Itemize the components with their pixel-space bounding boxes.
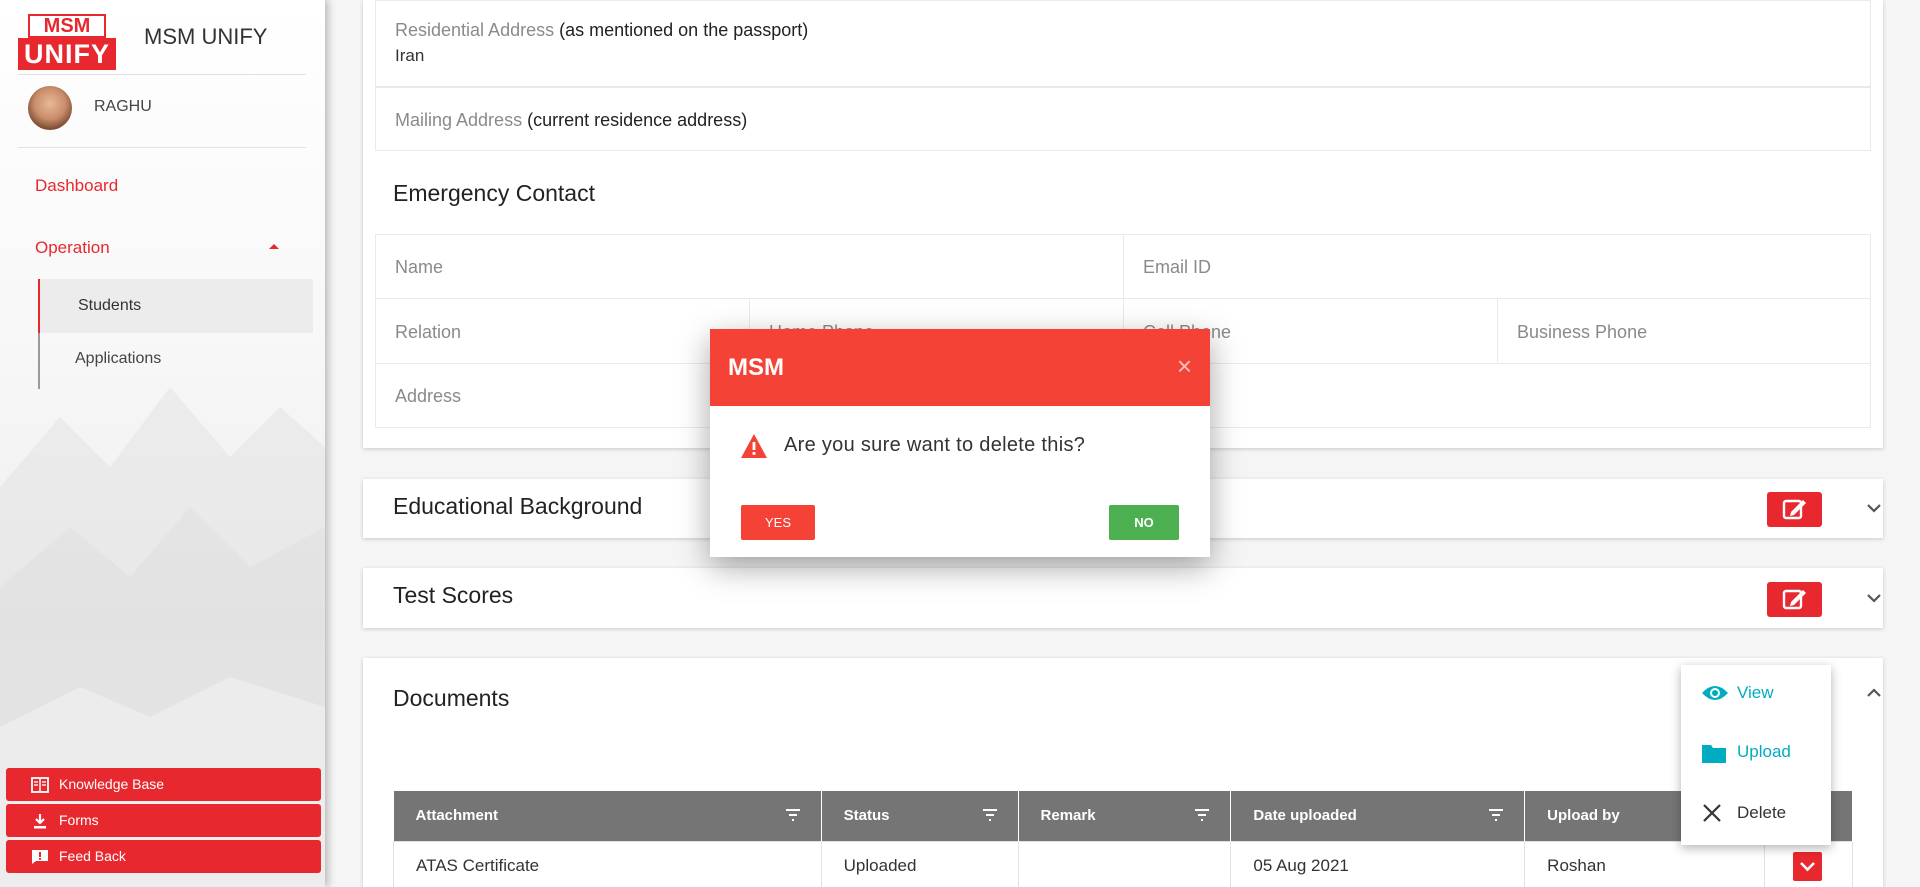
nav-applications[interactable]: Applications	[75, 350, 161, 368]
educational-background-title: Educational Background	[393, 493, 643, 519]
emergency-name-cell: Name	[375, 234, 1124, 299]
divider	[18, 147, 306, 148]
logo-bottom-text: UNIFY	[18, 38, 116, 70]
col-status[interactable]: Status	[821, 791, 1019, 841]
residential-address-note: (as mentioned on the passport)	[559, 20, 809, 40]
filter-icon[interactable]	[785, 809, 801, 821]
emergency-relation-label: Relation	[395, 322, 462, 342]
chevron-down-icon	[1800, 861, 1815, 871]
msm-unify-logo[interactable]: MSM UNIFY	[18, 14, 116, 70]
logo-top-text: MSM	[28, 14, 106, 38]
table-header-row: Attachment Status Remark Date uploaded U…	[393, 791, 1853, 841]
col-remark-label: Remark	[1040, 807, 1096, 825]
row-actions-button[interactable]	[1793, 851, 1822, 881]
close-icon	[1703, 804, 1721, 822]
col-upload-by-label: Upload by	[1547, 807, 1620, 825]
chevron-up-icon[interactable]	[1865, 684, 1883, 702]
knowledge-base-button[interactable]: Knowledge Base	[6, 768, 321, 801]
residential-address-value: Iran	[395, 46, 425, 65]
folder-icon	[1702, 745, 1726, 763]
mountain-background	[0, 387, 325, 887]
divider	[18, 74, 306, 75]
edit-button[interactable]	[1767, 492, 1822, 527]
documents-title: Documents	[393, 685, 510, 711]
feedback-icon	[32, 850, 48, 864]
filter-icon[interactable]	[982, 809, 998, 821]
filter-icon[interactable]	[1488, 809, 1504, 821]
menu-item-upload-label: Upload	[1737, 742, 1791, 761]
cell-upload-by: Roshan	[1524, 840, 1765, 887]
menu-item-view-label: View	[1737, 683, 1774, 702]
mailing-address-title: Mailing Address	[395, 110, 523, 130]
cell-date: 05 Aug 2021	[1230, 840, 1526, 887]
app-name: MSM UNIFY	[144, 24, 268, 49]
download-icon	[34, 814, 46, 829]
col-date-uploaded-label: Date uploaded	[1253, 807, 1357, 825]
close-icon[interactable]: ×	[1177, 351, 1192, 382]
delete-confirm-dialog: MSM × Are you sure want to delete this? …	[710, 329, 1210, 557]
emergency-business-phone-label: Business Phone	[1517, 322, 1648, 342]
caret-up-icon[interactable]	[269, 244, 279, 249]
cell-remark	[1017, 840, 1232, 887]
edit-icon	[1782, 499, 1806, 520]
edit-button[interactable]	[1767, 582, 1822, 617]
chevron-down-icon[interactable]	[1865, 589, 1883, 607]
documents-card: Documents Attachment Status Remark Date …	[363, 658, 1883, 887]
book-icon	[31, 777, 49, 793]
dialog-header: MSM ×	[710, 329, 1210, 406]
sidebar: MSM UNIFY MSM UNIFY RAGHU Dashboard Oper…	[0, 0, 325, 887]
user-name: RAGHU	[94, 98, 152, 115]
residential-address-label: Residential Address (as mentioned on the…	[395, 20, 808, 41]
mailing-address-note: (current residence address)	[527, 110, 748, 130]
cell-status: Uploaded	[820, 840, 1019, 887]
menu-item-delete-label: Delete	[1737, 803, 1787, 822]
emergency-relation-cell: Relation	[375, 298, 750, 364]
mailing-address-cell: Mailing Address (current residence addre…	[375, 87, 1871, 151]
nav-students[interactable]: Students	[38, 279, 313, 333]
chevron-down-icon[interactable]	[1865, 499, 1883, 517]
filter-icon[interactable]	[1194, 809, 1210, 821]
forms-button[interactable]: Forms	[6, 804, 321, 837]
edit-icon	[1782, 589, 1806, 610]
dialog-title: MSM	[728, 354, 784, 381]
menu-item-delete[interactable]: Delete	[1701, 803, 1811, 827]
emergency-email-label: Email ID	[1143, 257, 1212, 277]
residential-address-title: Residential Address	[395, 20, 555, 40]
col-attachment[interactable]: Attachment	[393, 791, 822, 841]
menu-item-upload[interactable]: Upload	[1701, 742, 1811, 766]
knowledge-base-label: Knowledge Base	[59, 776, 165, 792]
col-date-uploaded[interactable]: Date uploaded	[1230, 791, 1526, 841]
col-attachment-label: Attachment	[415, 807, 499, 825]
feedback-button[interactable]: Feed Back	[6, 840, 321, 873]
nav-operation[interactable]: Operation	[35, 238, 110, 258]
emergency-contact-title: Emergency Contact	[393, 180, 595, 206]
col-remark[interactable]: Remark	[1018, 791, 1232, 841]
forms-label: Forms	[59, 812, 99, 828]
emergency-address-label: Address	[395, 386, 462, 406]
test-scores-title: Test Scores	[393, 582, 514, 608]
warning-icon	[741, 434, 767, 458]
no-button[interactable]: NO	[1109, 505, 1179, 540]
avatar[interactable]	[28, 86, 72, 130]
yes-button[interactable]: YES	[741, 505, 815, 540]
table-row: ATAS Certificate Uploaded 05 Aug 2021 Ro…	[393, 840, 1853, 887]
emergency-email-cell: Email ID	[1123, 234, 1871, 299]
residential-address-cell: Residential Address (as mentioned on the…	[375, 0, 1871, 87]
eye-icon	[1702, 686, 1728, 700]
emergency-name-label: Name	[395, 257, 444, 277]
menu-item-view[interactable]: View	[1701, 683, 1811, 707]
emergency-business-phone-cell: Business Phone	[1497, 298, 1871, 364]
nav-dashboard[interactable]: Dashboard	[35, 176, 118, 196]
test-scores-card[interactable]: Test Scores	[363, 568, 1883, 628]
row-context-menu: View Upload Delete	[1681, 665, 1831, 845]
col-status-label: Status	[843, 807, 890, 825]
cell-actions	[1764, 840, 1853, 887]
cell-attachment: ATAS Certificate	[393, 840, 822, 887]
documents-table: Attachment Status Remark Date uploaded U…	[393, 791, 1853, 887]
mailing-address-label: Mailing Address (current residence addre…	[395, 110, 747, 131]
dialog-message: Are you sure want to delete this?	[784, 434, 1086, 456]
feedback-label: Feed Back	[59, 848, 126, 864]
